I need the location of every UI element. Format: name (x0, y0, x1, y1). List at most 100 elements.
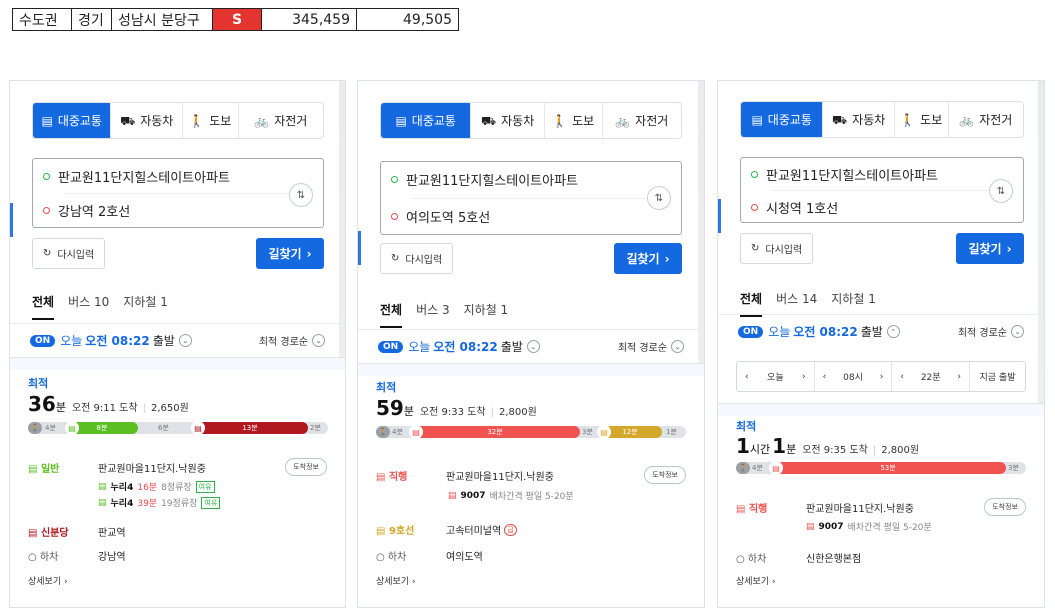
detail-link[interactable]: 상세보기 › (376, 574, 416, 587)
city-cell: 성남시 분당구 (111, 9, 212, 30)
route-step: ○ 하차 신한은행본점 (736, 554, 862, 565)
sort-dropdown[interactable]: 최적 경로순 ⌄ (958, 324, 1024, 339)
origin-dot-icon (751, 171, 758, 178)
chevron-right-icon[interactable]: › (802, 372, 806, 382)
route-step: ▤ 9호선 고속터미널역 급 (376, 522, 686, 537)
origin-field[interactable]: 판교원11단지힐스테이트아파트 (43, 167, 230, 186)
destination-field[interactable]: 여의도역 5호선 (391, 207, 490, 226)
tab-bicycle[interactable]: 🚲 자전거 (601, 103, 681, 138)
tab-walk[interactable]: 🚶 도보 (543, 103, 602, 138)
swap-icon[interactable]: ⇅ (289, 183, 313, 207)
route-panel-gangnam: ▤ 대중교통 ⛟ 자동차 🚶 도보 🚲 자전거 판교원11단지힐스테이트아파트 강남역 … (9, 80, 346, 608)
bus-icon: ▤ (806, 521, 815, 532)
tab-public-transit[interactable]: ▤ 대중교통 (33, 103, 111, 138)
tab-public-transit[interactable]: ▤ 대중교통 (381, 103, 471, 138)
tab-subway[interactable]: 지하철 1 (464, 301, 509, 328)
bicycle-icon: 🚲 (615, 113, 631, 128)
find-route-button[interactable]: 길찾기 › (256, 238, 324, 269)
route-result-card[interactable]: 최적 59 분 오전 9:33 도착 | 2,800원 🚶 4분 ▤ 32분 3분… (358, 363, 704, 607)
transport-mode-tabs: ▤ 대중교통 ⛟ 자동차 🚶 도보 🚲 자전거 (740, 101, 1024, 138)
departure-time[interactable]: 오전 08:22 (433, 338, 497, 355)
tab-car[interactable]: ⛟ 자동차 (470, 103, 544, 138)
subway-icon: ▤ (191, 421, 205, 435)
tab-subway[interactable]: 지하철 1 (123, 293, 168, 320)
detail-link[interactable]: 상세보기 › (28, 574, 68, 587)
region-table-row: 수도권 경기 성남시 분당구 S 345,459 49,505 (12, 8, 459, 31)
tab-bicycle[interactable]: 🚲 자전거 (237, 103, 323, 138)
chevron-right-icon[interactable]: › (880, 372, 884, 382)
chevron-right-icon[interactable]: › (957, 372, 961, 382)
bus-info-line: ▤ 9007 배차간격 평일 5-20분 (806, 521, 932, 534)
reset-button[interactable]: ↻ 다시입력 (740, 233, 814, 264)
arrival-info-button[interactable]: 도착정보 (644, 466, 686, 484)
sort-dropdown[interactable]: 최적 경로순 ⌄ (618, 339, 684, 354)
route-divider (63, 193, 311, 194)
walk-icon: 🚶 (376, 426, 390, 438)
hour-selector[interactable]: ‹ 08시 › (813, 362, 892, 391)
bus-info-line: ▤ 9007 배차간격 평일 5-20분 (448, 490, 574, 503)
tab-bus[interactable]: 버스 3 (416, 301, 450, 328)
arrival-info-button[interactable]: 도착정보 (285, 458, 327, 476)
tab-walk[interactable]: 🚶 도보 (893, 102, 948, 137)
swap-icon[interactable]: ⇅ (647, 186, 671, 210)
on-badge[interactable]: ON (378, 340, 404, 353)
chevron-down-icon[interactable]: ⌄ (526, 340, 540, 353)
timeline-bus-segment: ▤ 32분 (409, 425, 580, 439)
alight-icon: ○ (28, 552, 40, 563)
chevron-left-icon[interactable]: ‹ (900, 372, 904, 382)
swap-icon[interactable]: ⇅ (989, 179, 1013, 203)
alight-icon: ○ (376, 552, 388, 563)
reset-button[interactable]: ↻ 다시입력 (32, 238, 106, 269)
transport-mode-tabs: ▤ 대중교통 ⛟ 자동차 🚶 도보 🚲 자전거 (380, 102, 682, 139)
map-edge-accent (358, 231, 361, 265)
car-icon: ⛟ (481, 113, 497, 128)
tab-car[interactable]: ⛟ 자동차 (110, 103, 182, 138)
origin-field[interactable]: 판교원11단지힐스테이트아파트 (751, 165, 938, 184)
destination-field[interactable]: 시청역 1호선 (751, 198, 838, 217)
bus-icon: ▤ (769, 461, 783, 475)
route-step: ▤ 일반 판교원마을11단지.낙원중 (28, 464, 206, 475)
tab-car[interactable]: ⛟ 자동차 (822, 102, 894, 137)
destination-field[interactable]: 강남역 2호선 (43, 201, 130, 220)
timeline-bus-segment: ▤ 53분 (769, 461, 1006, 475)
walk-icon: 🚶 (28, 422, 42, 434)
reset-button[interactable]: ↻ 다시입력 (380, 243, 454, 274)
bus-arrival-line: ▤ 누리4 16분 8정류장 여유 (98, 480, 215, 493)
bus-arrival-line: ▤ 누리4 39분 19정류장 여유 (98, 496, 221, 509)
tab-all[interactable]: 전체 (32, 293, 55, 320)
chevron-down-icon: ⌄ (312, 334, 325, 347)
chevron-down-icon: ⌄ (671, 340, 684, 353)
route-result-card[interactable]: 최적 1 시간 1 분 오전 9:35 도착 | 2,800원 🚶 4분 ▤ 53… (718, 403, 1044, 607)
minute-selector[interactable]: ‹ 22분 › (891, 362, 969, 391)
chevron-left-icon[interactable]: ‹ (745, 372, 749, 382)
find-route-button[interactable]: 길찾기 › (956, 233, 1024, 264)
result-tabs: 전체 버스 10 지하철 1 (32, 293, 168, 320)
origin-field[interactable]: 판교원11단지힐스테이트아파트 (391, 170, 578, 189)
on-badge[interactable]: ON (30, 334, 56, 347)
departure-time[interactable]: 오전 08:22 (85, 332, 149, 349)
tab-all[interactable]: 전체 (380, 301, 403, 328)
tab-bus[interactable]: 버스 14 (776, 290, 817, 317)
best-label: 최적 (28, 377, 49, 390)
detail-link[interactable]: 상세보기 › (736, 574, 776, 587)
day-selector[interactable]: ‹ 오늘 › (737, 362, 814, 391)
tab-all[interactable]: 전체 (740, 290, 763, 317)
tab-subway[interactable]: 지하철 1 (831, 290, 876, 317)
tab-walk[interactable]: 🚶 도보 (181, 103, 238, 138)
departure-time[interactable]: 오전 08:22 (793, 323, 857, 340)
sort-dropdown[interactable]: 최적 경로순 ⌄ (259, 333, 325, 348)
on-badge[interactable]: ON (738, 325, 764, 338)
chevron-left-icon[interactable]: ‹ (823, 372, 827, 382)
find-route-button[interactable]: 길찾기 › (614, 243, 682, 274)
tab-bus[interactable]: 버스 10 (68, 293, 109, 320)
bus-icon: ▤ (98, 497, 107, 508)
tab-public-transit[interactable]: ▤ 대중교통 (741, 102, 823, 137)
chevron-up-icon[interactable]: ⌃ (886, 325, 900, 338)
departure-bar: ON 오늘 오전 08:22 출발 ⌄ 최적 경로순 ⌄ (358, 329, 704, 363)
arrival-info-button[interactable]: 도착정보 (984, 498, 1026, 516)
grade-cell: S (212, 9, 261, 30)
route-result-card[interactable]: 최적 36 분 오전 9:11 도착 | 2,650원 🚶 4분 ▤ 8분 6분 … (10, 357, 345, 607)
chevron-down-icon[interactable]: ⌄ (178, 334, 192, 347)
tab-bicycle[interactable]: 🚲 자전거 (947, 102, 1023, 137)
depart-now-button[interactable]: 지금 출발 (969, 362, 1025, 391)
